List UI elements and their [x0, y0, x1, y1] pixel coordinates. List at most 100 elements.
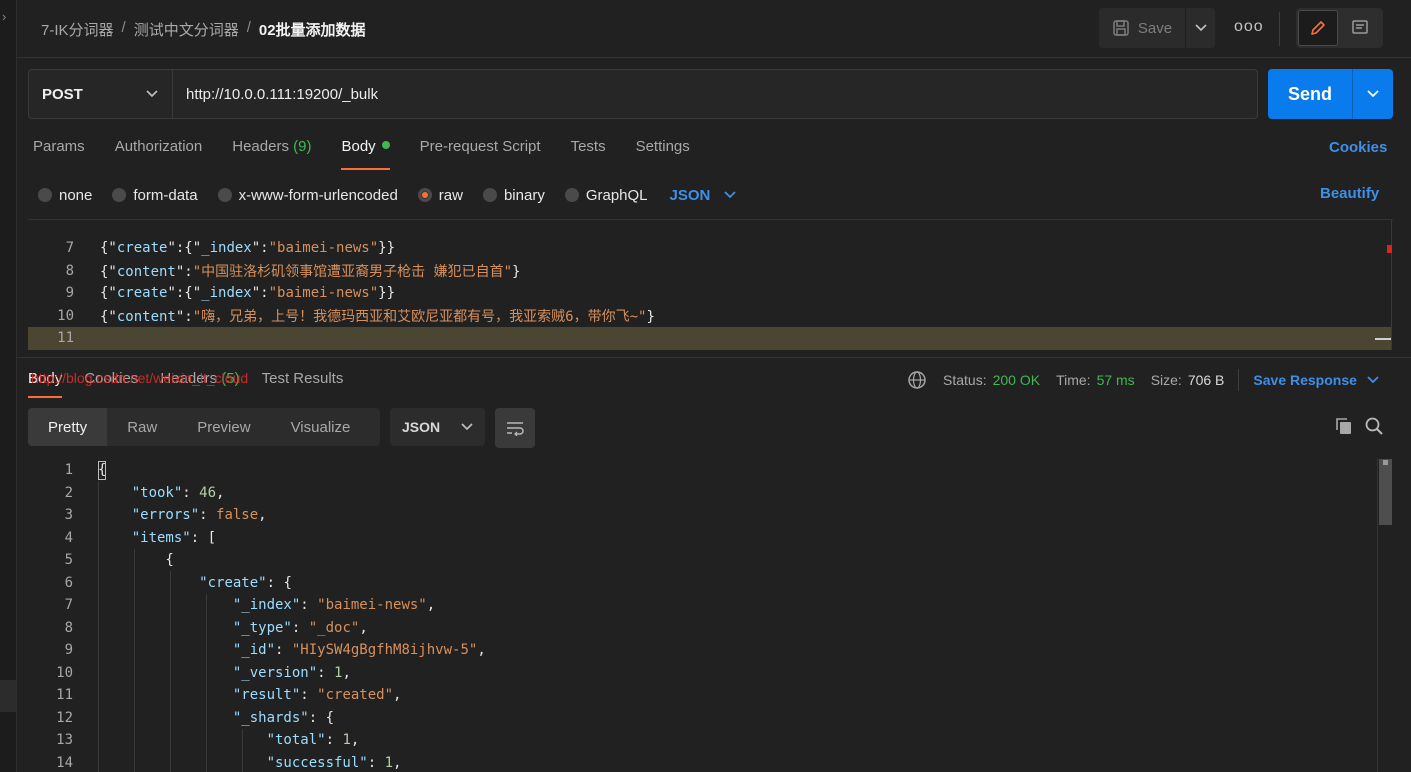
breadcrumb-request-name[interactable]: 02批量添加数据	[259, 19, 366, 40]
tab-body[interactable]: Body	[341, 138, 390, 170]
beautify-link[interactable]: Beautify	[1320, 185, 1379, 202]
tab-tests[interactable]: Tests	[571, 138, 606, 170]
scrollbar-thumb[interactable]	[1379, 459, 1392, 525]
modified-dot-icon	[381, 141, 390, 149]
breadcrumb-folder[interactable]: 测试中文分词器	[134, 19, 239, 40]
chevron-down-icon	[1194, 24, 1207, 32]
search-icon[interactable]	[1364, 416, 1384, 440]
code-text: {"content":"中国驻洛杉矶领事馆遭亚裔男子枪击 嫌犯已自首"}	[100, 263, 521, 280]
radio-none[interactable]: none	[38, 187, 92, 204]
view-raw[interactable]: Raw	[107, 408, 177, 446]
more-options-icon[interactable]: ooo	[1234, 18, 1264, 36]
code-text: "took": 46,	[131, 484, 225, 501]
code-text: {"create":{"_index":"baimei-news"}}	[100, 285, 396, 302]
response-header: Body Cookies Headers (5) Test Results ht…	[17, 357, 1411, 399]
tab-authorization[interactable]: Authorization	[115, 138, 203, 170]
url-input[interactable]: http://10.0.0.111:19200/_bulk	[173, 69, 1258, 119]
size-value[interactable]: 706 B	[1188, 372, 1225, 388]
radio-circle-selected	[417, 188, 432, 202]
tab-label: Test Results	[261, 370, 344, 387]
radio-raw[interactable]: raw	[417, 186, 463, 204]
view-visualize[interactable]: Visualize	[271, 408, 371, 446]
code-text: {"create":{"_index":"baimei-news"}}	[100, 240, 396, 257]
line-number: 3	[64, 507, 73, 524]
code-line: 10 "_version": 1,	[28, 662, 351, 685]
response-scrollbar[interactable]	[1377, 459, 1392, 772]
radio-form-data[interactable]: form-data	[112, 187, 198, 204]
send-button[interactable]: Send	[1268, 69, 1352, 119]
save-button[interactable]: Save	[1099, 8, 1185, 48]
line-number: 14	[56, 754, 73, 771]
error-marker	[1387, 245, 1392, 253]
time-value[interactable]: 57 ms	[1097, 372, 1135, 388]
tab-label: Tests	[570, 138, 606, 155]
radio-binary[interactable]: binary	[482, 187, 545, 204]
wrap-lines-button[interactable]	[495, 408, 535, 448]
radio-graphql[interactable]: GraphQL	[564, 187, 648, 204]
wrap-text-icon	[507, 422, 524, 436]
code-text: "_version": 1,	[232, 664, 351, 681]
pencil-icon	[1311, 21, 1325, 35]
code-line: 1{	[28, 459, 107, 482]
collapse-caret-icon[interactable]: ›	[2, 9, 6, 24]
line-number: 8	[65, 262, 74, 279]
tab-params[interactable]: Params	[33, 138, 85, 170]
cookies-link[interactable]: Cookies	[1329, 139, 1387, 156]
save-response-button[interactable]: Save Response	[1253, 372, 1379, 388]
send-options-dropdown[interactable]	[1352, 69, 1393, 119]
tab-settings[interactable]: Settings	[636, 138, 690, 170]
edit-mode-button[interactable]	[1298, 10, 1338, 46]
collapse-icon[interactable]	[1375, 338, 1391, 340]
line-number: 8	[64, 619, 73, 636]
tab-pre-request-script[interactable]: Pre-request Script	[420, 138, 541, 170]
code-line: 14 "successful": 1,	[28, 752, 401, 772]
code-text: "create": {	[199, 574, 292, 591]
breadcrumb-collection[interactable]: 7-IK分词器	[41, 19, 114, 40]
code-line: 12 "_shards": {	[28, 707, 334, 730]
code-text: "errors": false,	[131, 507, 267, 524]
response-body-viewer[interactable]: 1{ 2 "took": 46, 3 "errors": false, 4 "i…	[28, 459, 1393, 772]
line-number: 7	[65, 240, 74, 257]
radio-label: raw	[438, 186, 463, 204]
response-format-label: JSON	[402, 419, 441, 435]
tab-test-results[interactable]: Test Results	[262, 370, 344, 398]
radio-label: x-www-form-urlencoded	[238, 186, 398, 204]
request-header: 7-IK分词器 / 测试中文分词器 / 02批量添加数据 Save ooo	[17, 0, 1411, 58]
code-line: 7 "_index": "baimei-news",	[28, 594, 436, 617]
editor-scrollbar[interactable]	[1391, 220, 1392, 350]
tab-label: Pre-request Script	[419, 138, 541, 155]
code-text: {	[98, 462, 107, 479]
code-text: "_type": "_doc",	[232, 619, 368, 636]
code-line: 8 "_type": "_doc",	[28, 617, 368, 640]
url-text: http://10.0.0.111:19200/_bulk	[186, 85, 379, 103]
headers-count: (9)	[293, 138, 312, 155]
raw-format-select[interactable]: JSON	[670, 187, 737, 204]
request-body-editor[interactable]: 7 {"create":{"_index":"baimei-news"}} 8 …	[28, 219, 1393, 350]
sidebar-active-marker	[0, 680, 16, 712]
radio-urlencoded[interactable]: x-www-form-urlencoded	[217, 186, 398, 204]
response-format-select[interactable]: JSON	[390, 408, 485, 446]
code-line: 4 "items": [	[28, 527, 216, 550]
view-mode-toggle	[1296, 8, 1383, 48]
code-text: {"content":"嗨，兄弟，上号！我德玛西亚和艾欧尼亚都有号，我亚索贼6，…	[100, 308, 655, 325]
radio-label: none	[59, 186, 93, 204]
chevron-down-icon	[724, 191, 737, 199]
status-value[interactable]: 200 OK	[993, 372, 1040, 388]
line-number: 5	[64, 552, 73, 569]
view-preview[interactable]: Preview	[177, 408, 270, 446]
tab-headers[interactable]: Headers (9)	[232, 138, 311, 170]
save-group: Save	[1099, 8, 1215, 48]
code-line: 11 "result": "created",	[28, 684, 401, 707]
request-tabs: Params Authorization Headers (9) Body Pr…	[33, 138, 720, 170]
documentation-mode-button[interactable]	[1340, 10, 1380, 46]
radio-circle	[564, 188, 579, 202]
view-pretty[interactable]: Pretty	[28, 408, 108, 446]
code-line: 9 "_id": "HIySW4gBgfhM8ijhvw-5",	[28, 639, 486, 662]
globe-icon[interactable]	[907, 370, 927, 390]
line-number: 6	[64, 574, 73, 591]
copy-icon[interactable]	[1334, 416, 1354, 440]
code-line: 2 "took": 46,	[28, 482, 225, 505]
method-select[interactable]: POST	[28, 69, 173, 119]
save-options-dropdown[interactable]	[1185, 8, 1215, 48]
breadcrumb-separator: /	[246, 19, 251, 36]
